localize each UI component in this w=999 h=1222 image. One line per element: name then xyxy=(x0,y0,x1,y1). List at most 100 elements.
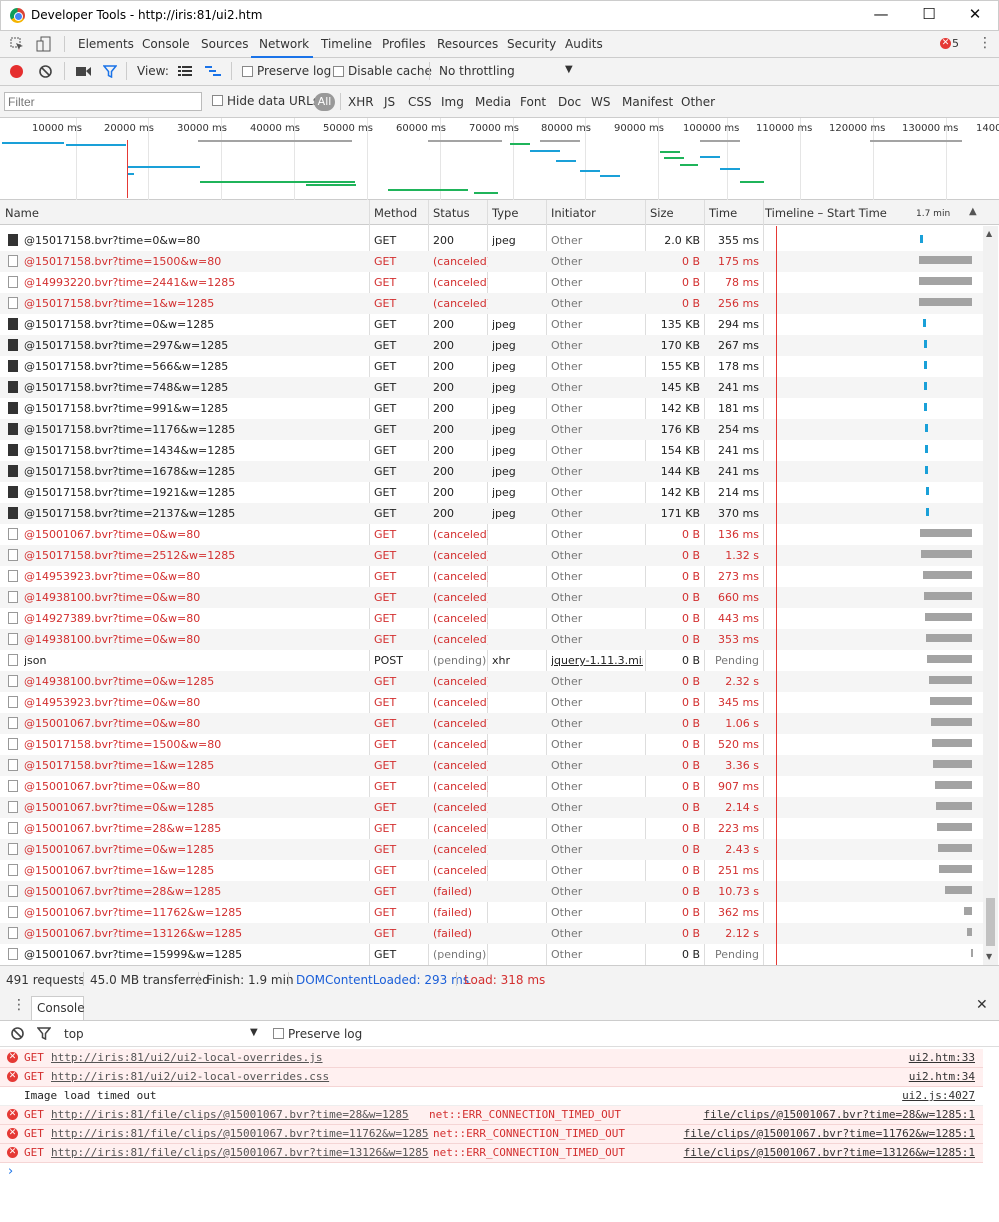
clear-console-icon[interactable] xyxy=(11,1027,24,1040)
column-initiator[interactable]: Initiator xyxy=(551,206,596,220)
table-row[interactable]: @15001067.bvr?time=0&w=1285 GET (canceled)… xyxy=(0,839,983,860)
filter-icon[interactable] xyxy=(103,65,117,78)
console-prompt-icon[interactable]: › xyxy=(8,1164,13,1179)
cell-name[interactable]: @14938100.bvr?time=0&w=80 xyxy=(24,633,364,646)
console-url-link[interactable]: http://iris:81/file/clips/@15001067.bvr?… xyxy=(51,1127,429,1140)
console-filter-icon[interactable] xyxy=(37,1027,51,1040)
cell-name[interactable]: @14938100.bvr?time=0&w=1285 xyxy=(24,675,364,688)
filter-type-doc[interactable]: Doc xyxy=(558,95,581,109)
overview-icon[interactable] xyxy=(205,66,221,77)
cell-name[interactable]: @15017158.bvr?time=991&w=1285 xyxy=(24,402,364,415)
tab-network[interactable]: Network xyxy=(259,37,309,51)
cell-name[interactable]: @15001067.bvr?time=1&w=1285 xyxy=(24,864,364,877)
tab-profiles[interactable]: Profiles xyxy=(382,37,426,51)
error-count[interactable]: 5 xyxy=(952,37,959,50)
context-selector[interactable]: top xyxy=(64,1027,84,1041)
cell-name[interactable]: @15001067.bvr?time=0&w=1285 xyxy=(24,801,364,814)
capture-screenshots-icon[interactable] xyxy=(76,66,91,77)
table-row[interactable]: @15017158.bvr?time=1921&w=1285 GET 200 jpeg… xyxy=(0,482,983,503)
table-row[interactable]: @15017158.bvr?time=0&w=1285 GET 200 jpeg Oth… xyxy=(0,314,983,335)
cell-name[interactable]: @15017158.bvr?time=1&w=1285 xyxy=(24,759,364,772)
column-name[interactable]: Name xyxy=(5,206,39,220)
table-row[interactable]: @15001067.bvr?time=13126&w=1285 GET (faile… xyxy=(0,923,983,944)
cell-name[interactable]: @14993220.bvr?time=2441&w=1285 xyxy=(24,276,364,289)
table-row[interactable]: @15001067.bvr?time=0&w=80 GET (canceled) Ot… xyxy=(0,713,983,734)
cell-name[interactable]: @15017158.bvr?time=1&w=1285 xyxy=(24,297,364,310)
tab-audits[interactable]: Audits xyxy=(565,37,603,51)
cell-name[interactable]: @14938100.bvr?time=0&w=80 xyxy=(24,591,364,604)
table-row[interactable]: @15001067.bvr?time=0&w=1285 GET (canceled)… xyxy=(0,797,983,818)
column-time[interactable]: Time xyxy=(709,206,737,220)
table-row[interactable]: @14993220.bvr?time=2441&w=1285 GET (cancel… xyxy=(0,272,983,293)
filter-type-other[interactable]: Other xyxy=(681,95,715,109)
error-count-icon[interactable]: ✕ xyxy=(940,38,951,49)
sort-ascending-icon[interactable]: ▲ xyxy=(969,206,977,217)
filter-type-img[interactable]: Img xyxy=(441,95,464,109)
table-row[interactable]: @15017158.bvr?time=1&w=1285 GET (canceled)… xyxy=(0,293,983,314)
column-status[interactable]: Status xyxy=(433,206,470,220)
throttling-select[interactable]: No throttling xyxy=(439,64,515,78)
cell-name[interactable]: @15001067.bvr?time=15999&w=1285 xyxy=(24,948,364,961)
table-row[interactable]: @15017158.bvr?time=991&w=1285 GET 200 jpeg O… xyxy=(0,398,983,419)
table-row[interactable]: @15001067.bvr?time=0&w=80 GET (canceled) Ot… xyxy=(0,524,983,545)
cell-name[interactable]: @14953923.bvr?time=0&w=80 xyxy=(24,696,364,709)
console-url-link[interactable]: http://iris:81/file/clips/@15001067.bvr?… xyxy=(51,1146,429,1159)
hide-data-urls-checkbox[interactable] xyxy=(212,95,223,106)
filter-type-css[interactable]: CSS xyxy=(408,95,432,109)
console-source-link[interactable]: ui2.js:4027 xyxy=(902,1089,975,1102)
scrollbar-thumb[interactable] xyxy=(986,898,995,946)
cell-name[interactable]: @15017158.bvr?time=0&w=80 xyxy=(24,234,364,247)
filter-type-ws[interactable]: WS xyxy=(591,95,610,109)
cell-name[interactable]: @15001067.bvr?time=28&w=1285 xyxy=(24,822,364,835)
table-row[interactable]: @15017158.bvr?time=1500&w=80 GET (canceled… xyxy=(0,734,983,755)
table-row[interactable]: @15017158.bvr?time=1434&w=1285 GET 200 jpeg… xyxy=(0,440,983,461)
cell-name[interactable]: @14927389.bvr?time=0&w=80 xyxy=(24,612,364,625)
tab-timeline[interactable]: Timeline xyxy=(321,37,372,51)
close-window-button[interactable]: ✕ xyxy=(960,5,990,25)
table-row[interactable]: @14953923.bvr?time=0&w=80 GET (canceled) Ot… xyxy=(0,692,983,713)
cell-name[interactable]: json xyxy=(24,654,364,667)
device-toolbar-icon[interactable] xyxy=(36,36,52,52)
column-method[interactable]: Method xyxy=(374,206,417,220)
disable-cache-checkbox[interactable] xyxy=(333,66,344,77)
cell-name[interactable]: @15017158.bvr?time=1921&w=1285 xyxy=(24,486,364,499)
table-row[interactable]: @14953923.bvr?time=0&w=80 GET (canceled) Ot… xyxy=(0,566,983,587)
table-row[interactable]: @15001067.bvr?time=11762&w=1285 GET (faile… xyxy=(0,902,983,923)
table-row[interactable]: @15001067.bvr?time=28&w=1285 GET (canceled… xyxy=(0,818,983,839)
table-row[interactable]: @14938100.bvr?time=0&w=80 GET (canceled) Ot… xyxy=(0,587,983,608)
cell-name[interactable]: @14953923.bvr?time=0&w=80 xyxy=(24,570,364,583)
tab-sources[interactable]: Sources xyxy=(201,37,248,51)
cell-name[interactable]: @15001067.bvr?time=11762&w=1285 xyxy=(24,906,364,919)
tab-security[interactable]: Security xyxy=(507,37,556,51)
console-source-link[interactable]: file/clips/@15001067.bvr?time=13126&w=12… xyxy=(684,1146,975,1159)
table-row[interactable]: @15017158.bvr?time=1176&w=1285 GET 200 jpeg… xyxy=(0,419,983,440)
table-row[interactable]: @15017158.bvr?time=297&w=1285 GET 200 jpeg O… xyxy=(0,335,983,356)
column-type[interactable]: Type xyxy=(492,206,518,220)
table-row[interactable]: @15001067.bvr?time=28&w=1285 GET (failed) O… xyxy=(0,881,983,902)
tab-elements[interactable]: Elements xyxy=(78,37,134,51)
filter-type-all[interactable]: All xyxy=(314,93,335,111)
console-source-link[interactable]: file/clips/@15001067.bvr?time=28&w=1285:… xyxy=(703,1108,975,1121)
dropdown-arrow-icon[interactable]: ▼ xyxy=(565,64,573,75)
table-row[interactable]: @15001067.bvr?time=0&w=80 GET (canceled) Ot… xyxy=(0,776,983,797)
console-url-link[interactable]: http://iris:81/file/clips/@15001067.bvr?… xyxy=(51,1108,409,1121)
cell-name[interactable]: @15001067.bvr?time=0&w=1285 xyxy=(24,843,364,856)
table-row[interactable]: @15017158.bvr?time=2137&w=1285 GET 200 jpeg… xyxy=(0,503,983,524)
cell-name[interactable]: @15001067.bvr?time=0&w=80 xyxy=(24,780,364,793)
console-source-link[interactable]: ui2.htm:34 xyxy=(909,1070,975,1083)
console-url-link[interactable]: http://iris:81/ui2/ui2-local-overrides.j… xyxy=(51,1051,323,1064)
console-url-link[interactable]: http://iris:81/ui2/ui2-local-overrides.c… xyxy=(51,1070,329,1083)
filter-type-media[interactable]: Media xyxy=(475,95,511,109)
cell-name[interactable]: @15017158.bvr?time=2137&w=1285 xyxy=(24,507,364,520)
cell-name[interactable]: @15017158.bvr?time=297&w=1285 xyxy=(24,339,364,352)
close-drawer-icon[interactable]: ✕ xyxy=(976,997,988,1013)
cell-name[interactable]: @15017158.bvr?time=2512&w=1285 xyxy=(24,549,364,562)
console-source-link[interactable]: file/clips/@15001067.bvr?time=11762&w=12… xyxy=(684,1127,975,1140)
table-row[interactable]: @15017158.bvr?time=0&w=80 GET 200 jpeg Other… xyxy=(0,230,983,251)
cell-name[interactable]: @15017158.bvr?time=0&w=1285 xyxy=(24,318,364,331)
cell-name[interactable]: @15017158.bvr?time=1176&w=1285 xyxy=(24,423,364,436)
tab-console[interactable]: Console xyxy=(142,37,190,51)
maximize-button[interactable]: ☐ xyxy=(914,5,944,25)
preserve-log-checkbox[interactable] xyxy=(242,66,253,77)
cell-initiator[interactable]: jquery-1.11.3.min... xyxy=(551,654,643,667)
